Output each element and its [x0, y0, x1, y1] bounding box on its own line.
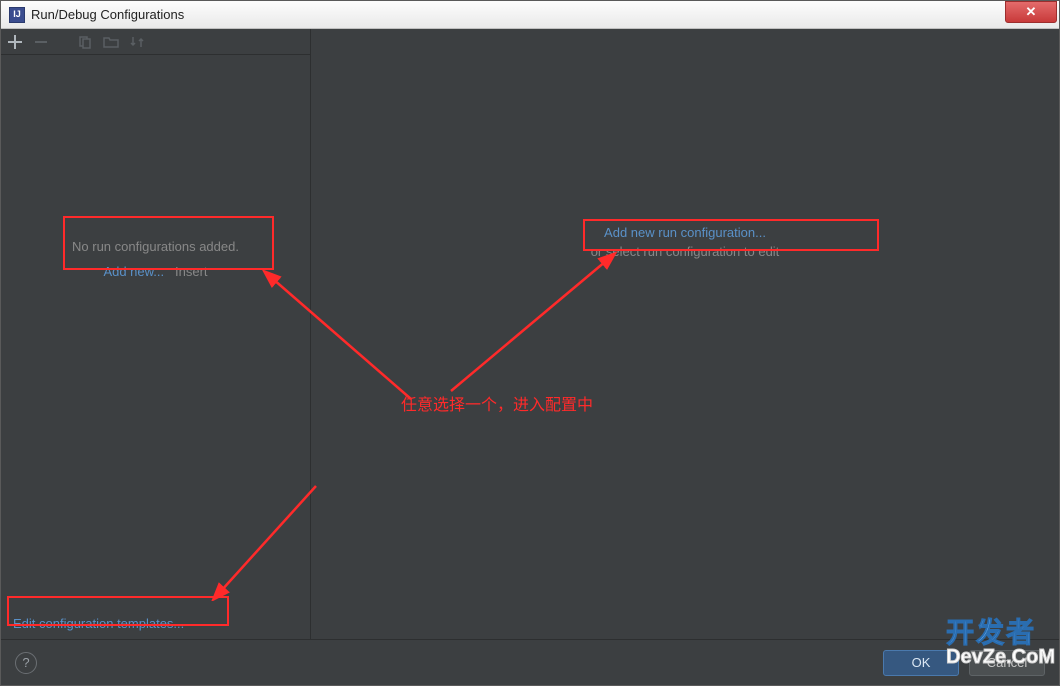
copy-icon[interactable] [77, 34, 93, 50]
cancel-button[interactable]: Cancel [969, 650, 1045, 676]
config-tree: No run configurations added. Add new... … [1, 55, 310, 639]
empty-text: No run configurations added. [1, 235, 310, 260]
dialog-window: IJ Run/Debug Configurations ✕ [0, 0, 1060, 686]
left-panel: No run configurations added. Add new... … [1, 29, 311, 639]
edit-templates-link[interactable]: Edit configuration templates... [13, 616, 184, 631]
window-title: Run/Debug Configurations [31, 7, 1005, 22]
ok-button[interactable]: OK [883, 650, 959, 676]
dialog-body: No run configurations added. Add new... … [1, 29, 1059, 639]
close-button[interactable]: ✕ [1005, 1, 1057, 23]
add-new-link[interactable]: Add new... [103, 264, 164, 279]
right-panel: Add new run configuration... or select r… [311, 29, 1059, 639]
folder-icon[interactable] [103, 34, 119, 50]
add-new-shortcut: Insert [175, 264, 208, 279]
left-toolbar [1, 29, 310, 55]
help-button[interactable]: ? [15, 652, 37, 674]
titlebar: IJ Run/Debug Configurations ✕ [1, 1, 1059, 29]
app-icon: IJ [9, 7, 25, 23]
sort-icon[interactable] [129, 34, 145, 50]
add-new-run-config-link[interactable]: Add new run configuration... [311, 225, 1059, 240]
remove-icon[interactable] [33, 34, 49, 50]
dialog-footer: ? OK Cancel [1, 639, 1059, 685]
add-icon[interactable] [7, 34, 23, 50]
close-icon: ✕ [1026, 4, 1037, 20]
or-select-text: or select run configuration to edit [311, 244, 1059, 259]
